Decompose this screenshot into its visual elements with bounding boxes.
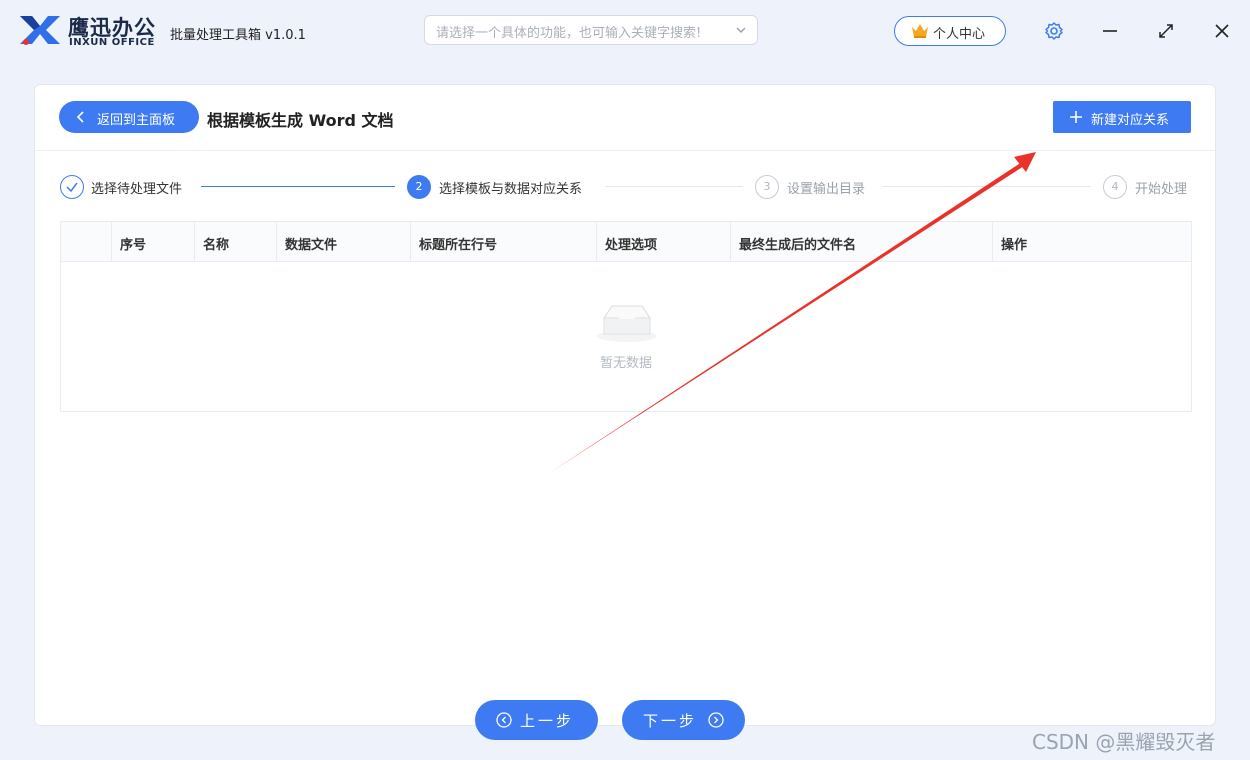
step-4-number: 4 [1103,175,1127,199]
chevron-left-icon [76,111,84,123]
main-card: 返回到主面板 根据模板生成 Word 文档 新建对应关系 选择待处理文件 2 选… [34,84,1216,726]
minimize-icon[interactable] [1099,20,1121,42]
search-placeholder: 请选择一个具体的功能，也可输入关键字搜索! [436,26,702,41]
logo-mark-icon [20,16,60,45]
th-title-row: 标题所在行号 [410,222,596,262]
next-step-label: 下一步 [643,712,698,730]
step-4-label: 开始处理 [1135,182,1188,197]
step-connector-3 [883,186,1091,187]
empty-text: 暂无数据 [599,356,652,371]
user-center-label: 个人中心 [933,27,986,42]
th-actions: 操作 [992,222,1191,262]
gear-icon[interactable] [1043,20,1065,42]
check-icon [66,182,78,193]
next-step-button[interactable]: 下一步 [622,700,745,740]
step-connector-1 [201,186,395,187]
chevron-down-icon[interactable] [735,24,747,36]
crown-icon [912,24,928,38]
search-input[interactable]: 请选择一个具体的功能，也可输入关键字搜索! [424,15,758,45]
step-1-label: 选择待处理文件 [91,182,183,197]
chevron-left-circle-icon [496,712,512,728]
mapping-table: 序号 名称 数据文件 标题所在行号 处理选项 最终生成后的文件名 操作 暂无数据 [60,221,1192,412]
chevron-right-circle-icon [708,712,724,728]
card-header: 返回到主面板 根据模板生成 Word 文档 新建对应关系 [35,85,1215,151]
back-label: 返回到主面板 [97,113,176,128]
step-connector-2 [605,186,743,187]
step-2-number: 2 [407,175,431,199]
close-icon[interactable] [1211,20,1233,42]
th-data-file: 数据文件 [276,222,410,262]
step-3-number: 3 [755,175,779,199]
maximize-icon[interactable] [1155,20,1177,42]
th-name: 名称 [194,222,276,262]
app-logo: 鹰迅办公 INXUN OFFICE [18,12,162,50]
th-index: 序号 [111,222,194,262]
watermark: CSDN @黑耀毁灭者 [1032,730,1216,754]
th-checkbox [61,222,111,262]
step-3-label: 设置输出目录 [787,182,866,197]
prev-step-label: 上一步 [520,712,575,730]
step-1-done-icon [60,175,84,199]
page-title: 根据模板生成 Word 文档 [207,111,394,130]
new-mapping-label: 新建对应关系 [1091,113,1170,128]
empty-inbox-icon [597,305,657,342]
new-mapping-button[interactable]: 新建对应关系 [1053,101,1191,133]
user-center-button[interactable]: 个人中心 [894,16,1006,46]
th-output-filename: 最终生成后的文件名 [730,222,992,262]
step-2-label: 选择模板与数据对应关系 [439,182,583,197]
logo-text-en: INXUN OFFICE [69,37,155,48]
back-to-main-button[interactable]: 返回到主面板 [59,101,199,133]
step-indicator: 选择待处理文件 2 选择模板与数据对应关系 3 设置输出目录 4 开始处理 [35,151,1215,221]
th-options: 处理选项 [596,222,730,262]
app-name: 批量处理工具箱 v1.0.1 [170,28,306,43]
title-bar: 鹰迅办公 INXUN OFFICE 批量处理工具箱 v1.0.1 请选择一个具体… [0,0,1250,62]
table-header: 序号 名称 数据文件 标题所在行号 处理选项 最终生成后的文件名 操作 [61,222,1191,262]
prev-step-button[interactable]: 上一步 [475,700,598,740]
plus-icon [1070,111,1082,123]
